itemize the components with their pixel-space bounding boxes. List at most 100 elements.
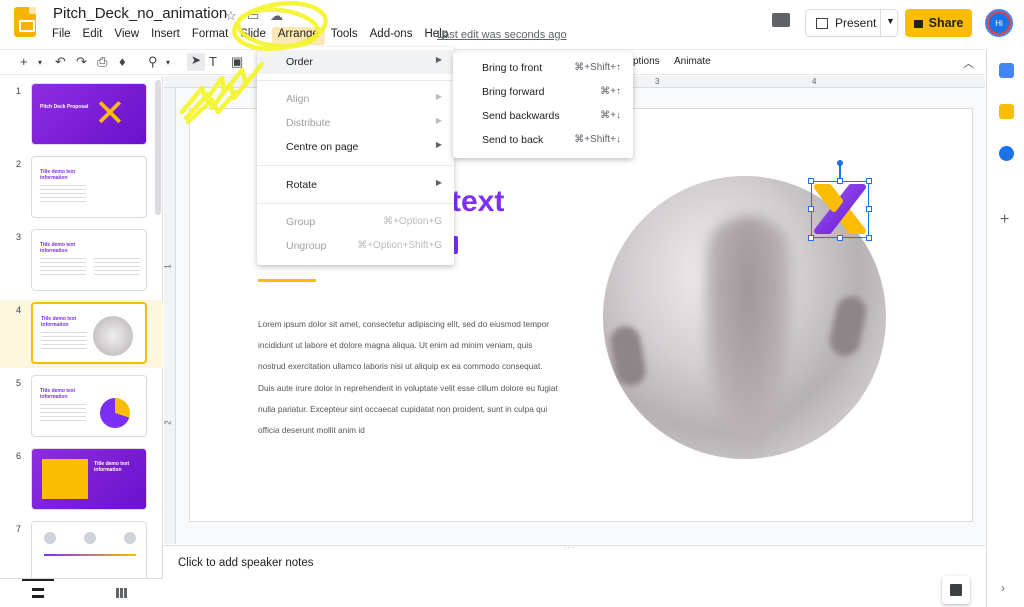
submenu-arrow-icon: ▶ bbox=[435, 178, 442, 187]
resize-handle-w[interactable] bbox=[808, 206, 814, 212]
filmstrip-scrollbar[interactable] bbox=[155, 80, 161, 215]
slide-body-text[interactable]: Lorem ipsum dolor sit amet, consectetur … bbox=[258, 314, 558, 441]
slide-number: 4 bbox=[16, 305, 22, 315]
slide-thumbnail-1[interactable]: 1 Pitch Deck Proposal ✕ bbox=[0, 81, 163, 149]
move-folder-icon[interactable]: ▭ bbox=[247, 8, 259, 24]
slide-thumbnail-6[interactable]: 6 Title demo text information bbox=[0, 446, 163, 514]
menu-shortcut: ⌘+Option+G bbox=[383, 216, 442, 227]
resize-handle-ne[interactable] bbox=[866, 178, 872, 184]
new-slide-icon[interactable]: + bbox=[20, 54, 28, 69]
slide-heading[interactable]: text bbox=[451, 185, 504, 219]
menu-arrange[interactable]: Arrange bbox=[271, 27, 325, 45]
document-title[interactable]: Pitch_Deck_no_animation bbox=[53, 5, 227, 22]
add-icon[interactable]: + bbox=[1000, 211, 1009, 229]
ruler-tick: 2 bbox=[163, 420, 173, 425]
slide-thumbnail-2[interactable]: 2 Title demo text information bbox=[0, 154, 163, 222]
timeline-dot bbox=[124, 532, 136, 544]
comment-icon[interactable] bbox=[772, 13, 790, 27]
menu-tools[interactable]: Tools bbox=[325, 27, 364, 45]
print-icon[interactable]: ⎙ bbox=[97, 54, 107, 70]
transition-options-button[interactable]: ptions bbox=[633, 56, 660, 67]
present-dropdown-icon[interactable]: ▼ bbox=[886, 16, 895, 26]
slides-logo-icon[interactable] bbox=[14, 7, 36, 37]
menu-item-order[interactable]: Order ▶ bbox=[257, 50, 454, 74]
notes-resize-handle[interactable]: ··· bbox=[564, 543, 575, 552]
menu-item-align[interactable]: Align ▶ bbox=[257, 87, 454, 111]
star-icon[interactable]: ☆ bbox=[225, 8, 237, 24]
last-edit-link[interactable]: Last edit was seconds ago bbox=[437, 29, 567, 41]
menu-item-ungroup[interactable]: Ungroup ⌘+Option+Shift+G bbox=[257, 234, 454, 258]
menu-divider bbox=[257, 80, 454, 81]
calendar-icon[interactable] bbox=[999, 63, 1014, 78]
present-button[interactable]: Present ▼ bbox=[805, 9, 898, 37]
slide-thumbnail-3[interactable]: 3 Title demo text information bbox=[0, 227, 163, 295]
menu-slide[interactable]: Slide bbox=[234, 27, 272, 45]
lock-icon bbox=[913, 20, 923, 28]
paint-format-icon[interactable]: ♦ bbox=[119, 54, 126, 69]
menu-shortcut: ⌘+Shift+↑ bbox=[574, 62, 621, 73]
undo-icon[interactable]: ↶ bbox=[55, 54, 66, 70]
slide-thumbnail-7[interactable]: 7 bbox=[0, 519, 163, 587]
timeline-line bbox=[44, 554, 136, 556]
menu-edit[interactable]: Edit bbox=[77, 27, 109, 45]
menu-item-label: Order bbox=[286, 56, 313, 68]
speaker-notes-placeholder[interactable]: Click to add speaker notes bbox=[178, 557, 314, 569]
avatar[interactable]: Hi bbox=[985, 9, 1013, 37]
keep-icon[interactable] bbox=[999, 104, 1014, 119]
menu-item-distribute[interactable]: Distribute ▶ bbox=[257, 111, 454, 135]
image-icon[interactable]: ▣ bbox=[231, 54, 243, 70]
menu-view[interactable]: View bbox=[108, 27, 145, 45]
slide-thumbnail-4[interactable]: 4 Title demo text information bbox=[0, 300, 163, 368]
resize-handle-nw[interactable] bbox=[808, 178, 814, 184]
thumbnail-image: Title demo text information bbox=[31, 448, 147, 510]
collapse-toolbar-icon[interactable]: ︿ bbox=[963, 55, 974, 71]
menu-item-rotate[interactable]: Rotate ▶ bbox=[257, 173, 454, 197]
thumbnail-image: Title demo text information bbox=[31, 229, 147, 291]
arrange-menu: Order ▶ Align ▶ Distribute ▶ Centre on p… bbox=[257, 47, 454, 265]
text-box-icon[interactable]: T bbox=[209, 54, 217, 69]
menu-item-label: Group bbox=[286, 216, 316, 228]
filmstrip-view-icon[interactable] bbox=[32, 588, 44, 598]
resize-handle-n[interactable] bbox=[837, 178, 843, 184]
chevron-right-icon[interactable]: › bbox=[1001, 581, 1005, 595]
zoom-dropdown-icon[interactable]: ▾ bbox=[166, 58, 170, 67]
menu-insert[interactable]: Insert bbox=[145, 27, 186, 45]
present-icon bbox=[816, 17, 828, 29]
menu-item-bring-forward[interactable]: Bring forward ⌘+↑ bbox=[453, 80, 633, 104]
menu-item-send-backwards[interactable]: Send backwards ⌘+↓ bbox=[453, 104, 633, 128]
speaker-notes[interactable]: ··· Click to add speaker notes bbox=[164, 543, 985, 607]
menu-item-centre-on-page[interactable]: Centre on page ▶ bbox=[257, 135, 454, 159]
menu-file[interactable]: File bbox=[46, 27, 77, 45]
thumbnail-title: Title demo text information bbox=[40, 169, 76, 181]
menu-addons[interactable]: Add-ons bbox=[364, 27, 419, 45]
resize-handle-s[interactable] bbox=[837, 235, 843, 241]
menu-bar: File Edit View Insert Format Slide Arran… bbox=[46, 27, 454, 45]
thumbnail-image: Title demo text information bbox=[31, 375, 147, 437]
animate-button[interactable]: Animate bbox=[674, 56, 711, 67]
resize-handle-se[interactable] bbox=[866, 235, 872, 241]
menu-item-label: Distribute bbox=[286, 117, 331, 129]
menu-item-send-to-back[interactable]: Send to back ⌘+Shift+↓ bbox=[453, 128, 633, 152]
vertical-ruler[interactable]: 1 2 bbox=[164, 88, 176, 544]
explore-button[interactable] bbox=[942, 576, 970, 604]
menu-item-bring-to-front[interactable]: Bring to front ⌘+Shift+↑ bbox=[453, 56, 633, 80]
thumbnail-image: Title demo text information bbox=[31, 156, 147, 218]
menu-item-group[interactable]: Group ⌘+Option+G bbox=[257, 210, 454, 234]
redo-icon[interactable]: ↷ bbox=[76, 54, 87, 70]
select-cursor-icon[interactable]: ➤ bbox=[187, 53, 205, 71]
menu-format[interactable]: Format bbox=[186, 27, 234, 45]
cloud-saved-icon[interactable]: ☁ bbox=[270, 8, 283, 24]
zoom-icon[interactable]: ⚲ bbox=[148, 54, 158, 70]
photo-figure bbox=[703, 216, 793, 456]
resize-handle-sw[interactable] bbox=[808, 235, 814, 241]
menu-item-label: Centre on page bbox=[286, 141, 359, 153]
rotation-handle[interactable] bbox=[837, 160, 843, 166]
share-button[interactable]: Share bbox=[905, 9, 972, 37]
x-logo-icon: ✕ bbox=[94, 93, 126, 135]
heading-underline[interactable] bbox=[258, 279, 316, 282]
grid-view-icon[interactable] bbox=[116, 588, 127, 598]
resize-handle-e[interactable] bbox=[866, 206, 872, 212]
new-slide-dropdown-icon[interactable]: ▾ bbox=[38, 58, 42, 67]
slide-thumbnail-5[interactable]: 5 Title demo text information bbox=[0, 373, 163, 441]
tasks-icon[interactable] bbox=[999, 146, 1014, 161]
